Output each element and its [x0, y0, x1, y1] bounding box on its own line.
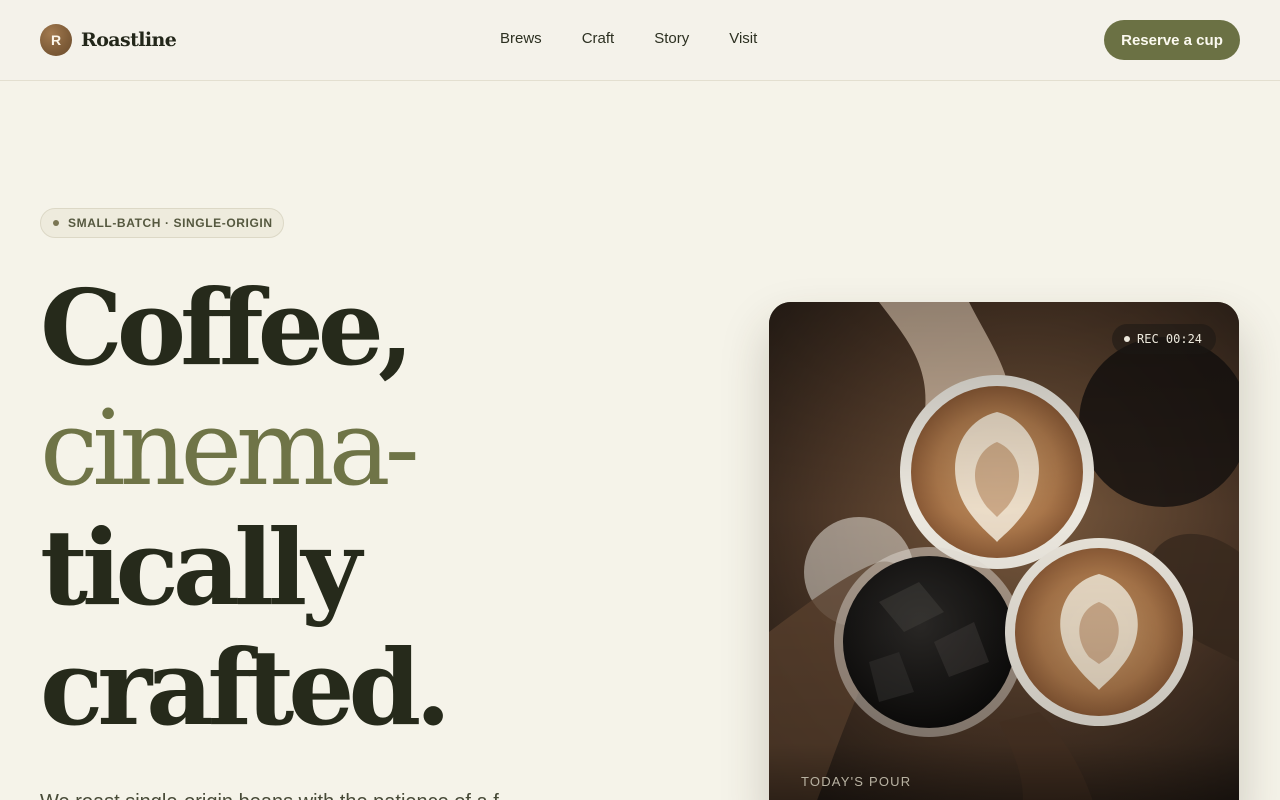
recording-dot-icon [1124, 336, 1130, 342]
brand-logo-link[interactable]: R Roastline [40, 24, 177, 56]
nav-item-craft[interactable]: Craft [582, 30, 615, 48]
eyebrow-text: SMALL-BATCH · SINGLE-ORIGIN [68, 216, 273, 230]
headline-line-1: Coffee, [40, 266, 414, 389]
main-nav: Brews Craft Story Visit [500, 30, 757, 48]
reserve-cup-button[interactable]: Reserve a cup [1104, 20, 1240, 60]
site-header: R Roastline Brews Craft Story Visit Rese… [0, 0, 1280, 81]
headline-line-4: crafted. [40, 626, 451, 749]
brand-name: Roastline [81, 29, 177, 51]
nav-item-visit[interactable]: Visit [729, 30, 757, 48]
coffee-cups-video-frame [769, 302, 1239, 800]
nav-item-story[interactable]: Story [654, 30, 689, 48]
hero-lede: We roast single-origin beans with the pa… [40, 788, 680, 800]
hero-headline: Coffee, cinema- tically crafted. [40, 268, 680, 748]
video-card[interactable]: REC 00:24 TODAY'S POUR [769, 302, 1239, 800]
bullet-dot-icon [53, 220, 59, 226]
headline-line-2-accent: cinema- [40, 387, 420, 509]
nav-item-brews[interactable]: Brews [500, 30, 542, 48]
recording-timer: REC 00:24 [1137, 332, 1203, 346]
eyebrow-badge: SMALL-BATCH · SINGLE-ORIGIN [40, 208, 284, 238]
recording-indicator: REC 00:24 [1112, 324, 1216, 354]
headline-line-3: tically [40, 506, 362, 629]
brand-mark-icon: R [40, 24, 72, 56]
video-caption: TODAY'S POUR [801, 774, 912, 789]
